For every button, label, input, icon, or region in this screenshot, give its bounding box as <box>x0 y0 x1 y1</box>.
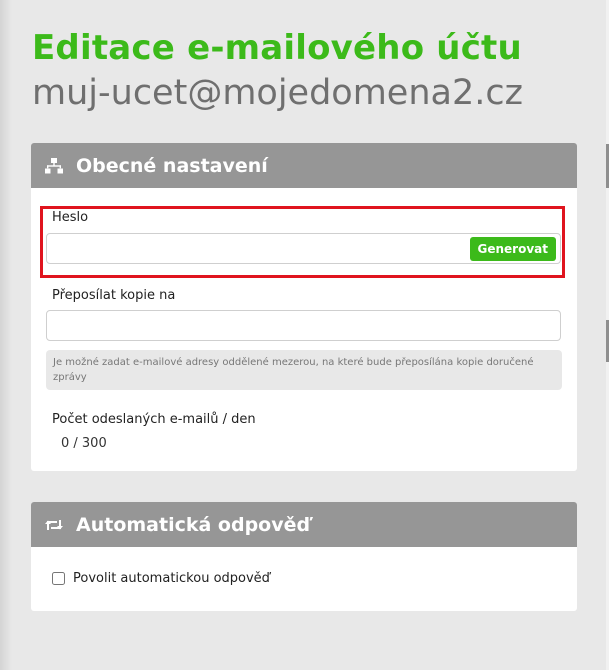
general-settings-panel: Obecné nastavení Heslo Generovat Přeposí… <box>31 143 577 471</box>
autoreply-panel: Automatická odpověď Povolit automatickou… <box>31 502 577 611</box>
generate-password-button[interactable]: Generovat <box>469 237 556 261</box>
general-settings-body: Heslo Generovat Přeposílat kopie na Je m… <box>31 188 577 471</box>
general-settings-title: Obecné nastavení <box>76 154 268 177</box>
general-settings-header: Obecné nastavení <box>31 143 577 188</box>
forward-label: Přeposílat kopie na <box>52 288 176 303</box>
retweet-icon <box>45 516 63 534</box>
autoreply-enable-label: Povolit automatickou odpověď <box>73 571 270 586</box>
password-label: Heslo <box>52 210 89 225</box>
autoreply-body: Povolit automatickou odpověď <box>31 547 577 611</box>
forward-field <box>46 310 561 341</box>
forward-hint: Je možné zadat e-mailové adresy oddělené… <box>46 350 562 390</box>
sent-count-value: 0 / 300 <box>61 436 107 451</box>
forward-input[interactable] <box>47 311 560 340</box>
autoreply-checkbox[interactable] <box>52 572 65 585</box>
password-field: Generovat <box>46 233 561 264</box>
sitemap-icon <box>45 157 63 175</box>
autoreply-header: Automatická odpověď <box>31 502 577 547</box>
autoreply-title: Automatická odpověď <box>76 513 311 536</box>
autoreply-enable[interactable]: Povolit automatickou odpověď <box>52 571 270 586</box>
left-edge <box>0 0 12 670</box>
account-address: muj-ucet@mojedomena2.cz <box>32 73 523 113</box>
page-title: Editace e-mailového účtu <box>32 28 522 68</box>
sent-count-label: Počet odeslaných e-mailů / den <box>52 412 256 427</box>
